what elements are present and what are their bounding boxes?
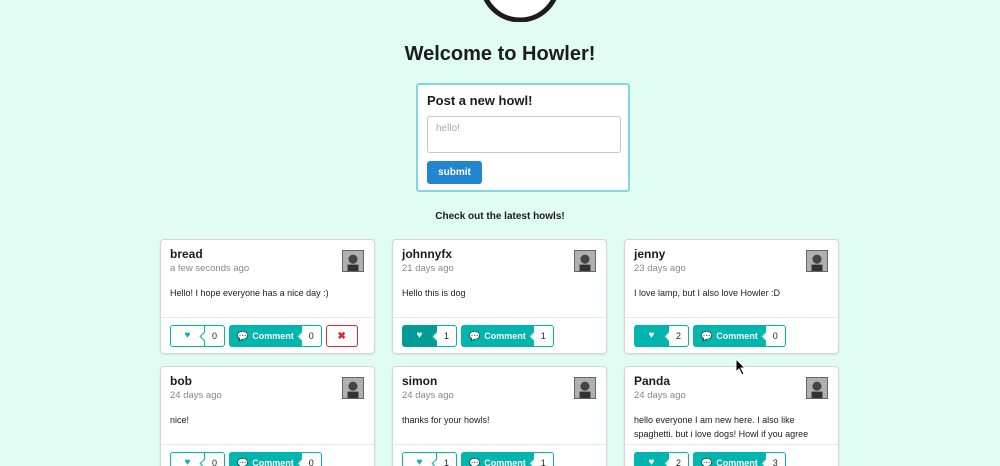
timestamp: a few seconds ago xyxy=(170,263,250,274)
like-count: 0 xyxy=(205,452,225,466)
comment-label: Comment xyxy=(716,331,758,341)
comment-button[interactable]: 💬 Comment xyxy=(693,325,766,347)
comment-icon: 💬 xyxy=(469,457,481,466)
howl-actions: ♥ 0 💬 Comment 0 xyxy=(161,444,374,466)
like-group: ♥ 2 xyxy=(634,452,689,466)
comment-count: 0 xyxy=(301,325,322,347)
like-group: ♥ 1 xyxy=(402,325,457,347)
howler-logo-icon xyxy=(483,0,557,22)
like-count: 2 xyxy=(669,325,689,347)
avatar xyxy=(574,250,596,272)
comment-icon: 💬 xyxy=(237,330,249,341)
comment-icon: 💬 xyxy=(701,330,713,341)
like-group: ♥ 0 xyxy=(170,325,225,347)
howl-message: Hello this is dog xyxy=(402,288,466,298)
comment-group: 💬 Comment 3 xyxy=(693,452,786,466)
username[interactable]: jenny xyxy=(634,247,829,261)
howl-card: johnnyfx 21 days ago Hello this is dog ♥… xyxy=(392,239,607,354)
comment-group: 💬 Comment 1 xyxy=(461,325,554,347)
delete-button[interactable]: ✖ xyxy=(325,325,358,347)
heart-icon: ♥ xyxy=(648,330,655,341)
comment-icon: 💬 xyxy=(237,457,249,466)
username[interactable]: Panda xyxy=(634,374,829,388)
avatar xyxy=(806,250,828,272)
timestamp: 23 days ago xyxy=(634,263,686,274)
post-howl-form: Post a new howl! submit xyxy=(416,83,630,192)
howl-message: hello everyone I am new here. I also lik… xyxy=(634,415,809,439)
howl-message: nice! xyxy=(170,415,190,425)
username[interactable]: johnnyfx xyxy=(402,247,597,261)
howl-actions: ♥ 1 💬 Comment 1 xyxy=(393,444,606,466)
howl-actions: ♥ 1 💬 Comment 1 xyxy=(393,317,606,353)
comment-count: 0 xyxy=(301,452,322,466)
comment-label: Comment xyxy=(252,458,294,466)
like-group: ♥ 0 xyxy=(170,452,225,466)
howl-card: bread a few seconds ago Hello! I hope ev… xyxy=(160,239,375,354)
comment-count: 1 xyxy=(533,452,554,466)
post-form-title: Post a new howl! xyxy=(427,93,533,108)
heart-icon: ♥ xyxy=(416,330,423,341)
howl-card: Panda 24 days ago hello everyone I am ne… xyxy=(624,366,839,466)
avatar xyxy=(806,377,828,399)
howl-message: Hello! I hope everyone has a nice day :) xyxy=(170,288,329,298)
howl-card: jenny 23 days ago I love lamp, but I als… xyxy=(624,239,839,354)
comment-button[interactable]: 💬 Comment xyxy=(229,325,302,347)
username[interactable]: bob xyxy=(170,374,365,388)
username[interactable]: simon xyxy=(402,374,597,388)
like-count: 1 xyxy=(437,325,457,347)
howl-message: I love lamp, but I also love Howler :D xyxy=(634,288,781,298)
timestamp: 24 days ago xyxy=(634,390,686,401)
howl-input[interactable] xyxy=(427,116,621,153)
page-title: Welcome to Howler! xyxy=(404,43,596,65)
howl-actions: ♥ 2 💬 Comment 0 xyxy=(625,317,838,353)
comment-label: Comment xyxy=(716,458,758,466)
comment-button[interactable]: 💬 Comment xyxy=(693,452,766,466)
comment-count: 3 xyxy=(765,452,786,466)
howl-actions: ♥ 2 💬 Comment 3 xyxy=(625,444,838,466)
howl-card: bob 24 days ago nice! ♥ 0 💬 Comment 0 xyxy=(160,366,375,466)
heart-icon: ♥ xyxy=(184,457,191,466)
heart-icon: ♥ xyxy=(416,457,423,466)
comment-count: 1 xyxy=(533,325,554,347)
avatar xyxy=(574,377,596,399)
avatar xyxy=(342,250,364,272)
like-count: 1 xyxy=(437,452,457,466)
comment-group: 💬 Comment 0 xyxy=(229,452,322,466)
heart-icon: ♥ xyxy=(648,457,655,466)
comment-group: 💬 Comment 1 xyxy=(461,452,554,466)
avatar xyxy=(342,377,364,399)
like-count: 0 xyxy=(205,325,225,347)
feed-label: Check out the latest howls! xyxy=(435,211,565,222)
like-group: ♥ 2 xyxy=(634,325,689,347)
comment-icon: 💬 xyxy=(701,457,713,466)
mouse-cursor-icon xyxy=(735,358,747,376)
comment-count: 0 xyxy=(765,325,786,347)
comment-button[interactable]: 💬 Comment xyxy=(229,452,302,466)
timestamp: 24 days ago xyxy=(170,390,222,401)
comment-label: Comment xyxy=(484,331,526,341)
comment-button[interactable]: 💬 Comment xyxy=(461,325,534,347)
comment-label: Comment xyxy=(252,331,294,341)
timestamp: 24 days ago xyxy=(402,390,454,401)
comment-button[interactable]: 💬 Comment xyxy=(461,452,534,466)
like-group: ♥ 1 xyxy=(402,452,457,466)
submit-button[interactable]: submit xyxy=(427,161,482,184)
username[interactable]: bread xyxy=(170,247,365,261)
comment-group: 💬 Comment 0 xyxy=(229,325,322,347)
timestamp: 21 days ago xyxy=(402,263,454,274)
heart-icon: ♥ xyxy=(184,330,191,341)
howl-message: thanks for your howls! xyxy=(402,415,490,425)
like-count: 2 xyxy=(669,452,689,466)
comment-label: Comment xyxy=(484,458,526,466)
howl-actions: ♥ 0 💬 Comment 0 ✖ xyxy=(161,317,374,353)
howl-card: simon 24 days ago thanks for your howls!… xyxy=(392,366,607,466)
comment-icon: 💬 xyxy=(469,330,481,341)
comment-group: 💬 Comment 0 xyxy=(693,325,786,347)
